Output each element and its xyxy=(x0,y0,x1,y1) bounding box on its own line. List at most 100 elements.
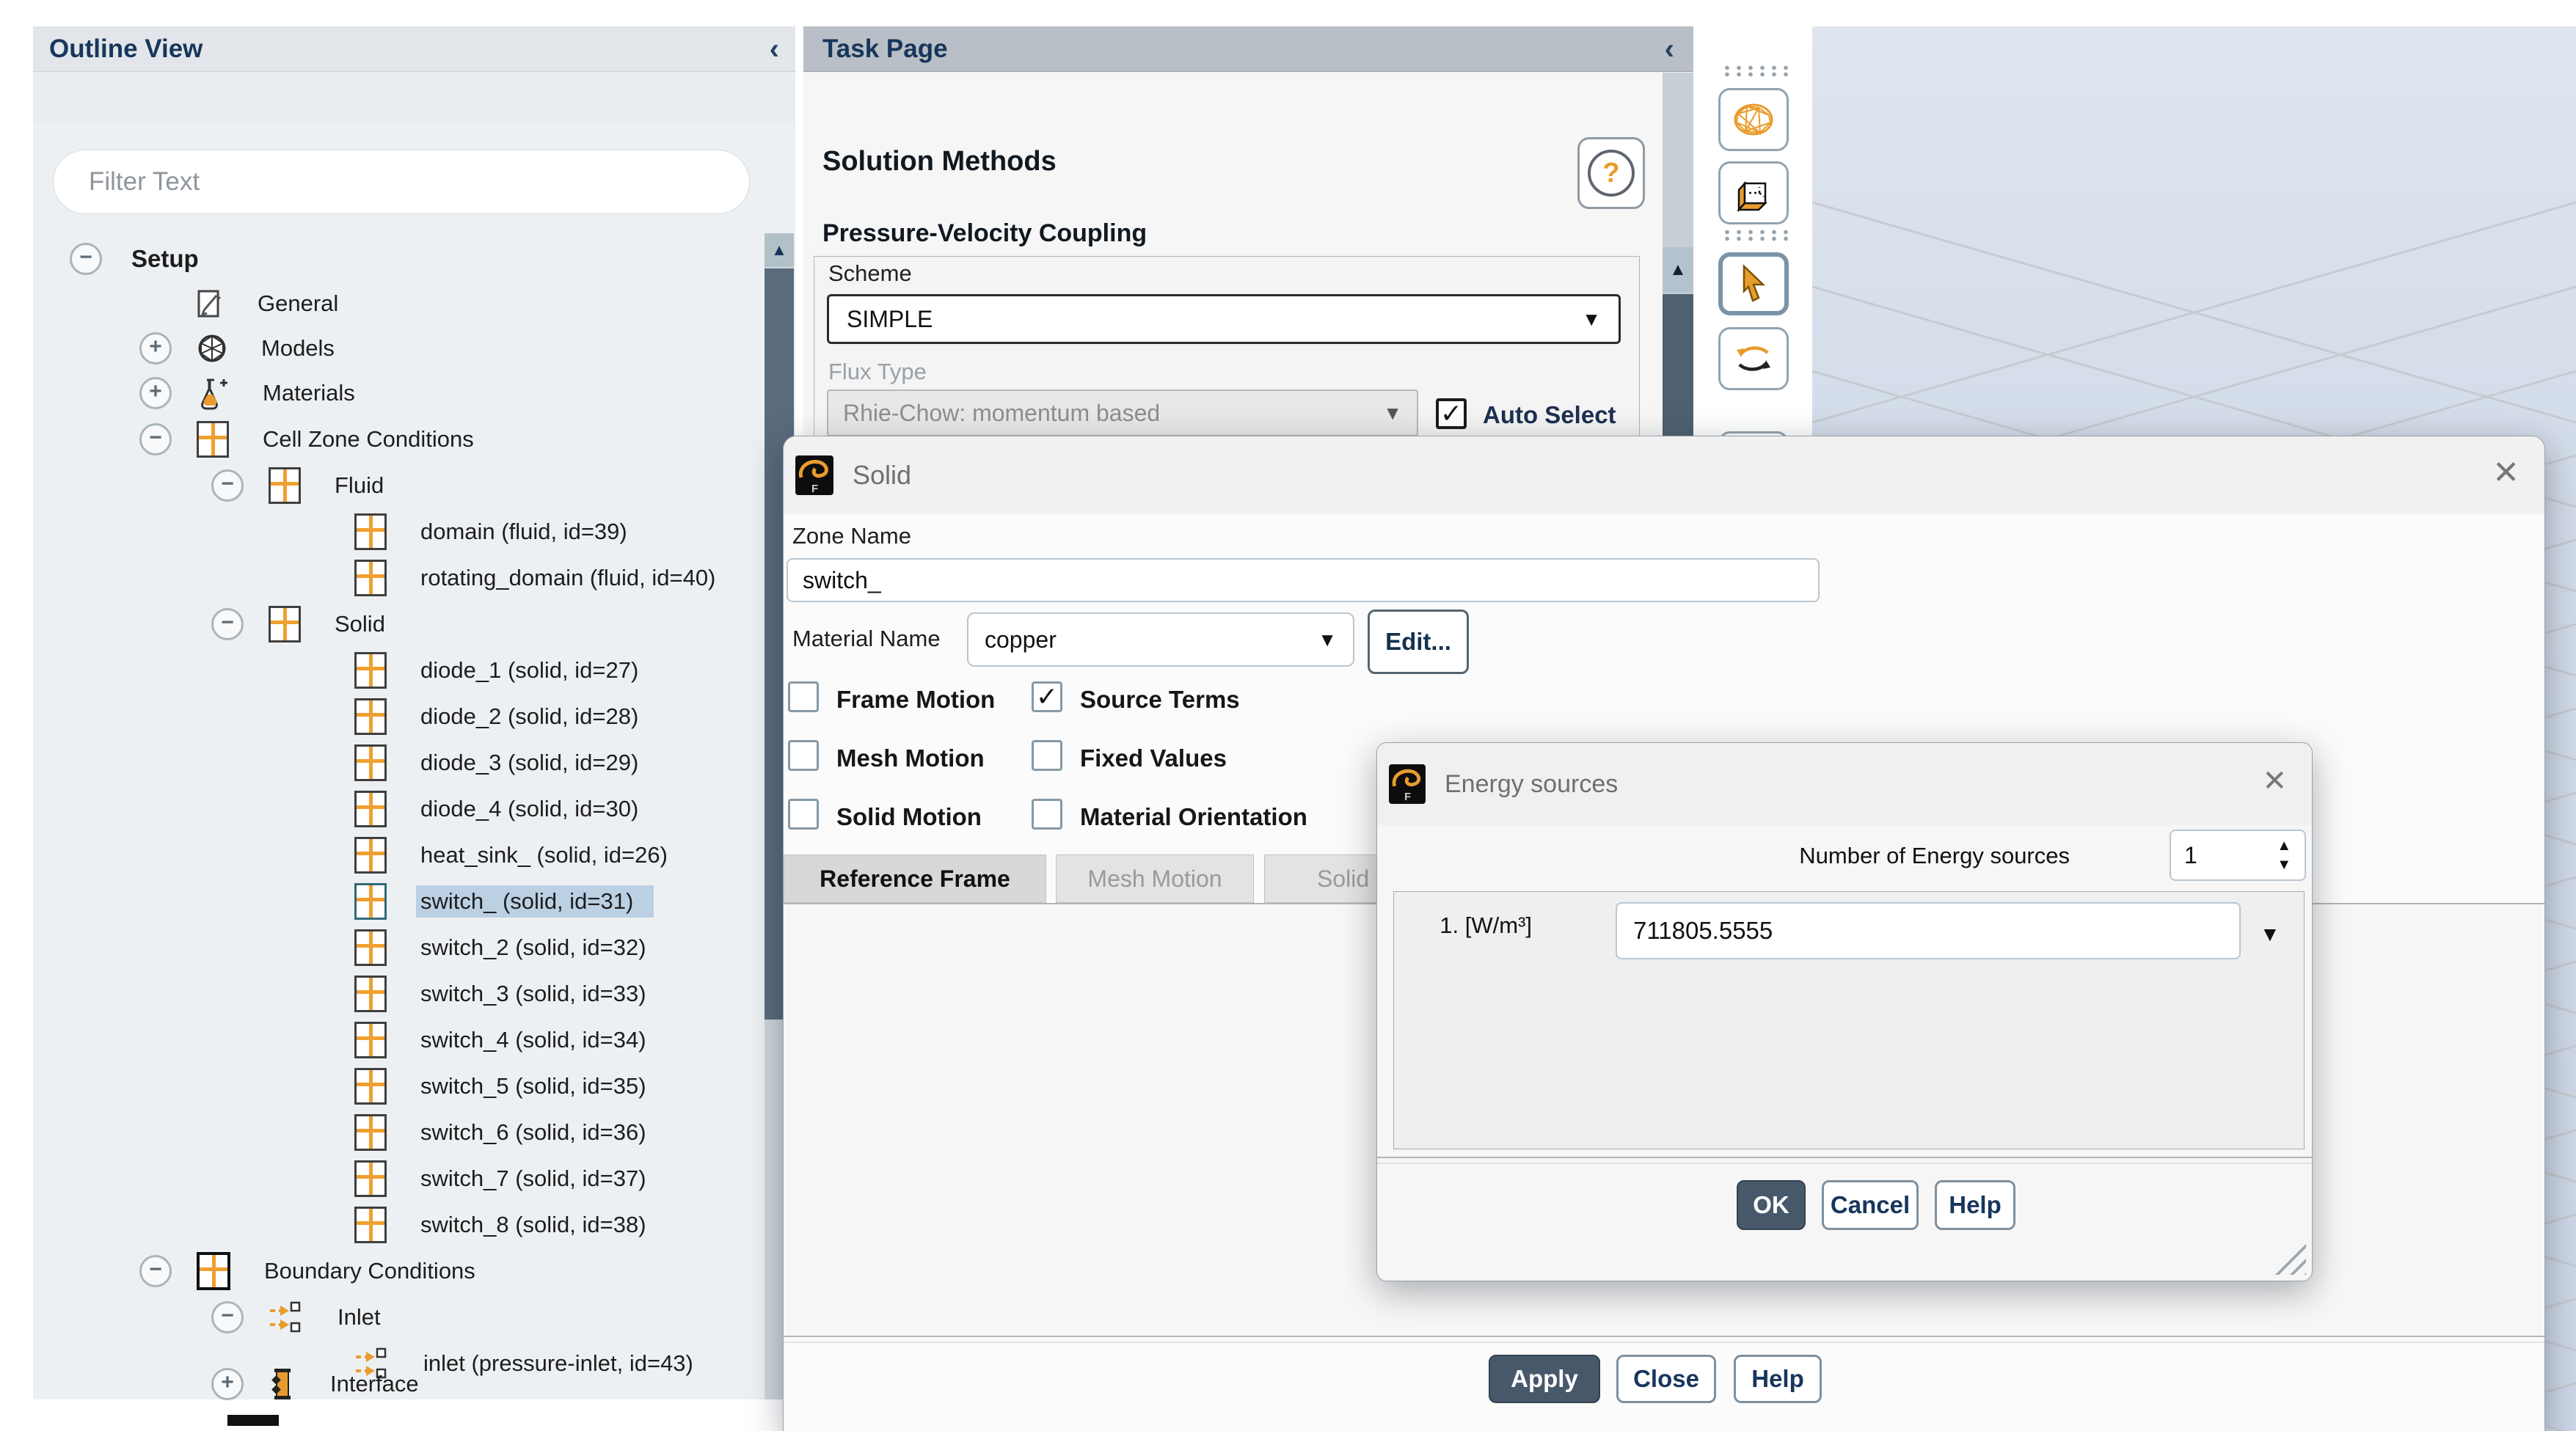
resize-grip[interactable] xyxy=(2271,1240,2306,1275)
mesh-display-button[interactable] xyxy=(1718,88,1789,151)
expander-collapse-icon[interactable]: − xyxy=(139,1255,172,1287)
expander-collapse-icon[interactable]: − xyxy=(211,1301,244,1333)
close-icon[interactable]: ✕ xyxy=(2492,457,2520,489)
tree-item-models[interactable]: + Models xyxy=(33,326,759,370)
tree-item-diode-4[interactable]: diode_4 (solid, id=30) xyxy=(33,786,759,831)
zone-name-label: Zone Name xyxy=(792,523,911,549)
tree-item-heat-sink[interactable]: heat_sink_ (solid, id=26) xyxy=(33,832,759,877)
cell-zone-icon xyxy=(269,606,301,643)
help-button[interactable]: Help xyxy=(1734,1355,1822,1403)
chevron-down-icon: ▼ xyxy=(1383,402,1402,425)
ok-button[interactable]: OK xyxy=(1737,1180,1806,1230)
tree-item-switch-7[interactable]: switch_7 (solid, id=37) xyxy=(33,1156,759,1201)
auto-select-checkbox[interactable]: ✓ xyxy=(1436,398,1467,429)
scheme-label: Scheme xyxy=(828,260,912,287)
tree-item-inlet-group[interactable]: − Inlet xyxy=(33,1295,759,1339)
tree-item-switch-8[interactable]: switch_8 (solid, id=38) xyxy=(33,1202,759,1247)
tree-toolbar-band xyxy=(33,73,795,124)
toolbar-drag-handle[interactable] xyxy=(1721,229,1792,242)
tree-item-domain[interactable]: domain (fluid, id=39) xyxy=(33,509,759,554)
scroll-up-icon[interactable]: ▲ xyxy=(1663,247,1693,293)
tree-item-general[interactable]: General xyxy=(33,281,759,326)
tree-item-solid[interactable]: − Solid xyxy=(33,601,759,646)
expander-expand-icon[interactable]: + xyxy=(139,377,172,409)
tree-item-switch-2[interactable]: switch_2 (solid, id=32) xyxy=(33,925,759,970)
rotate-arrows-icon xyxy=(1732,341,1775,376)
expander-expand-icon[interactable]: + xyxy=(211,1368,244,1400)
general-settings-icon xyxy=(197,288,224,319)
chevron-down-icon[interactable]: ▼ xyxy=(2260,923,2280,946)
models-sphere-icon xyxy=(197,333,227,364)
mesh-motion-label: Mesh Motion xyxy=(836,744,985,772)
edit-material-button[interactable]: Edit... xyxy=(1368,610,1469,674)
source-terms-checkbox[interactable]: ✓ xyxy=(1032,681,1062,712)
flux-type-dropdown-disabled[interactable]: Rhie-Chow: momentum based ▼ xyxy=(827,389,1418,436)
scheme-dropdown[interactable]: SIMPLE ▼ xyxy=(827,294,1621,344)
tree-item-diode-1[interactable]: diode_1 (solid, id=27) xyxy=(33,648,759,692)
tree-item-diode-3[interactable]: diode_3 (solid, id=29) xyxy=(33,740,759,785)
material-orientation-checkbox[interactable] xyxy=(1032,799,1062,830)
filter-text-input[interactable] xyxy=(53,150,750,214)
close-icon[interactable]: ✕ xyxy=(2262,766,2287,796)
expander-collapse-icon[interactable]: − xyxy=(211,608,244,640)
apply-button[interactable]: Apply xyxy=(1489,1355,1600,1403)
cell-zone-icon xyxy=(354,883,387,920)
svg-text:F: F xyxy=(811,483,818,495)
rotate-view-button[interactable] xyxy=(1718,327,1789,390)
tree-item-switch-5[interactable]: switch_5 (solid, id=35) xyxy=(33,1064,759,1108)
tree-item-switch-4[interactable]: switch_4 (solid, id=34) xyxy=(33,1017,759,1062)
material-value: copper xyxy=(985,626,1057,654)
interface-icon xyxy=(269,1367,296,1401)
tree-item-rotating-domain[interactable]: rotating_domain (fluid, id=40) xyxy=(33,555,759,600)
mesh-motion-checkbox[interactable] xyxy=(788,740,819,771)
expander-collapse-icon[interactable]: − xyxy=(139,423,172,455)
toolbar-drag-handle[interactable] xyxy=(1721,65,1792,78)
scroll-up-icon[interactable]: ▲ xyxy=(765,233,794,267)
boundary-conditions-icon xyxy=(197,1252,230,1290)
fixed-values-checkbox[interactable] xyxy=(1032,740,1062,771)
energy-dialog-titlebar[interactable]: F Energy sources ✕ xyxy=(1377,743,2312,825)
tree-item-switch-3[interactable]: switch_3 (solid, id=33) xyxy=(33,971,759,1016)
axes-cube-icon xyxy=(1733,174,1774,212)
expander-expand-icon[interactable]: + xyxy=(139,332,172,365)
cancel-button[interactable]: Cancel xyxy=(1822,1180,1919,1230)
zone-name-input[interactable] xyxy=(787,558,1820,602)
material-dropdown[interactable]: copper ▼ xyxy=(967,612,1354,667)
source-1-value-input[interactable] xyxy=(1616,902,2241,959)
close-button[interactable]: Close xyxy=(1616,1355,1716,1403)
tree-item-cell-zone-conditions[interactable]: − Cell Zone Conditions xyxy=(33,417,759,461)
tab-reference-frame[interactable]: Reference Frame xyxy=(784,854,1046,903)
tree-item-switch-selected[interactable]: switch_ (solid, id=31) xyxy=(33,879,759,923)
count-value: 1 xyxy=(2184,842,2197,869)
help-button[interactable]: ? xyxy=(1577,137,1645,209)
tab-mesh-motion[interactable]: Mesh Motion xyxy=(1056,854,1254,903)
expander-collapse-icon[interactable]: − xyxy=(211,469,244,502)
solid-motion-checkbox[interactable] xyxy=(788,799,819,830)
tree-item-diode-2[interactable]: diode_2 (solid, id=28) xyxy=(33,694,759,739)
cell-zone-icon xyxy=(354,837,387,874)
solid-dialog-titlebar[interactable]: F Solid ✕ xyxy=(784,436,2544,514)
energy-sources-count-spinner[interactable]: 1 ▲ ▼ xyxy=(2170,830,2306,881)
select-pointer-button[interactable] xyxy=(1718,252,1789,315)
expander-collapse-icon[interactable]: − xyxy=(70,243,102,275)
outline-view-header: Outline View ‹ xyxy=(33,26,795,72)
collapse-panel-icon[interactable]: ‹ xyxy=(1665,34,1674,64)
tree-item-interface[interactable]: + Interface xyxy=(33,1361,759,1406)
tree-item-setup[interactable]: − Setup xyxy=(33,236,759,281)
tree-item-switch-6[interactable]: switch_6 (solid, id=36) xyxy=(33,1110,759,1154)
collapse-panel-icon[interactable]: ‹ xyxy=(770,34,779,64)
spin-down-icon[interactable]: ▼ xyxy=(2277,857,2291,872)
cell-zone-icon xyxy=(354,976,387,1012)
help-icon: ? xyxy=(1588,150,1635,197)
mesh-globe-icon xyxy=(1732,102,1775,137)
tree-item-boundary-conditions[interactable]: − Boundary Conditions xyxy=(33,1248,759,1293)
views-cube-button[interactable] xyxy=(1718,161,1789,224)
cell-zone-icon xyxy=(354,1207,387,1243)
outline-view-panel: Outline View ‹ − Setup General + Models … xyxy=(33,26,795,1399)
help-button[interactable]: Help xyxy=(1935,1180,2015,1230)
tree-item-fluid[interactable]: − Fluid xyxy=(33,463,759,508)
frame-motion-checkbox[interactable] xyxy=(788,681,819,712)
cell-zone-icon xyxy=(354,791,387,827)
tree-item-materials[interactable]: + Materials xyxy=(33,370,759,415)
spin-up-icon[interactable]: ▲ xyxy=(2277,838,2291,853)
